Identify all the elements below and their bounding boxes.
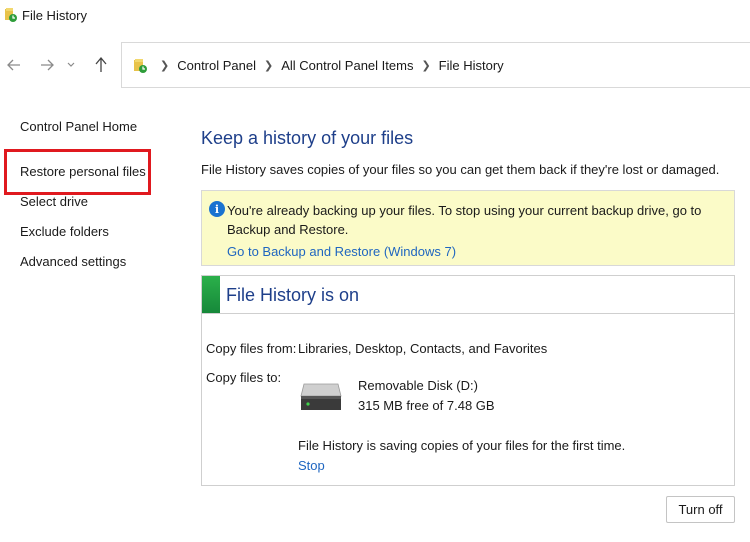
title-bar: File History xyxy=(0,0,750,30)
info-banner: i You're already backing up your files. … xyxy=(201,190,735,266)
back-icon[interactable] xyxy=(3,54,25,76)
window-title: File History xyxy=(22,7,88,23)
control-panel-icon xyxy=(132,57,148,73)
turn-off-button[interactable]: Turn off xyxy=(666,496,735,523)
breadcrumb-all-items[interactable]: All Control Panel Items xyxy=(281,58,413,73)
sidebar-item-control-panel-home[interactable]: Control Panel Home xyxy=(20,119,137,134)
page-description: File History saves copies of your files … xyxy=(201,162,720,177)
drive-icon xyxy=(300,382,342,412)
navigation-bar: ❯ Control Panel ❯ All Control Panel Item… xyxy=(0,42,750,88)
file-history-icon xyxy=(4,7,18,23)
page-title: Keep a history of your files xyxy=(201,128,414,148)
highlight-annotation xyxy=(4,149,151,195)
breadcrumb-file-history[interactable]: File History xyxy=(439,58,504,73)
info-icon: i xyxy=(209,201,225,217)
status-panel: File History is on Copy files from: Libr… xyxy=(201,275,735,486)
stop-link[interactable]: Stop xyxy=(298,458,325,473)
address-bar[interactable]: ❯ Control Panel ❯ All Control Panel Item… xyxy=(121,42,750,88)
drive-name: Removable Disk (D:) xyxy=(358,378,478,393)
copy-to-label: Copy files to: xyxy=(206,370,282,385)
status-header: File History is on xyxy=(202,276,734,314)
forward-icon[interactable] xyxy=(36,54,58,76)
status-title: File History is on xyxy=(226,285,360,305)
sidebar-item-exclude-folders[interactable]: Exclude folders xyxy=(20,224,109,239)
up-icon[interactable] xyxy=(90,54,112,76)
sidebar-item-select-drive[interactable]: Select drive xyxy=(20,194,88,209)
status-indicator xyxy=(202,276,220,313)
copy-from-label: Copy files from: xyxy=(206,341,297,356)
chevron-down-icon[interactable] xyxy=(64,54,78,76)
breadcrumb-separator-icon[interactable]: ❯ xyxy=(421,59,430,72)
sidebar-item-advanced-settings[interactable]: Advanced settings xyxy=(20,254,126,269)
copy-from-value: Libraries, Desktop, Contacts, and Favori… xyxy=(298,341,548,356)
backup-restore-link[interactable]: Go to Backup and Restore (Windows 7) xyxy=(227,244,456,259)
info-text: You're already backing up your files. To… xyxy=(227,203,702,237)
progress-text: File History is saving copies of your fi… xyxy=(298,438,626,453)
drive-space: 315 MB free of 7.48 GB xyxy=(358,398,495,413)
breadcrumb-separator-icon[interactable]: ❯ xyxy=(160,59,169,72)
breadcrumb-control-panel[interactable]: Control Panel xyxy=(177,58,256,73)
breadcrumb-separator-icon[interactable]: ❯ xyxy=(264,59,273,72)
